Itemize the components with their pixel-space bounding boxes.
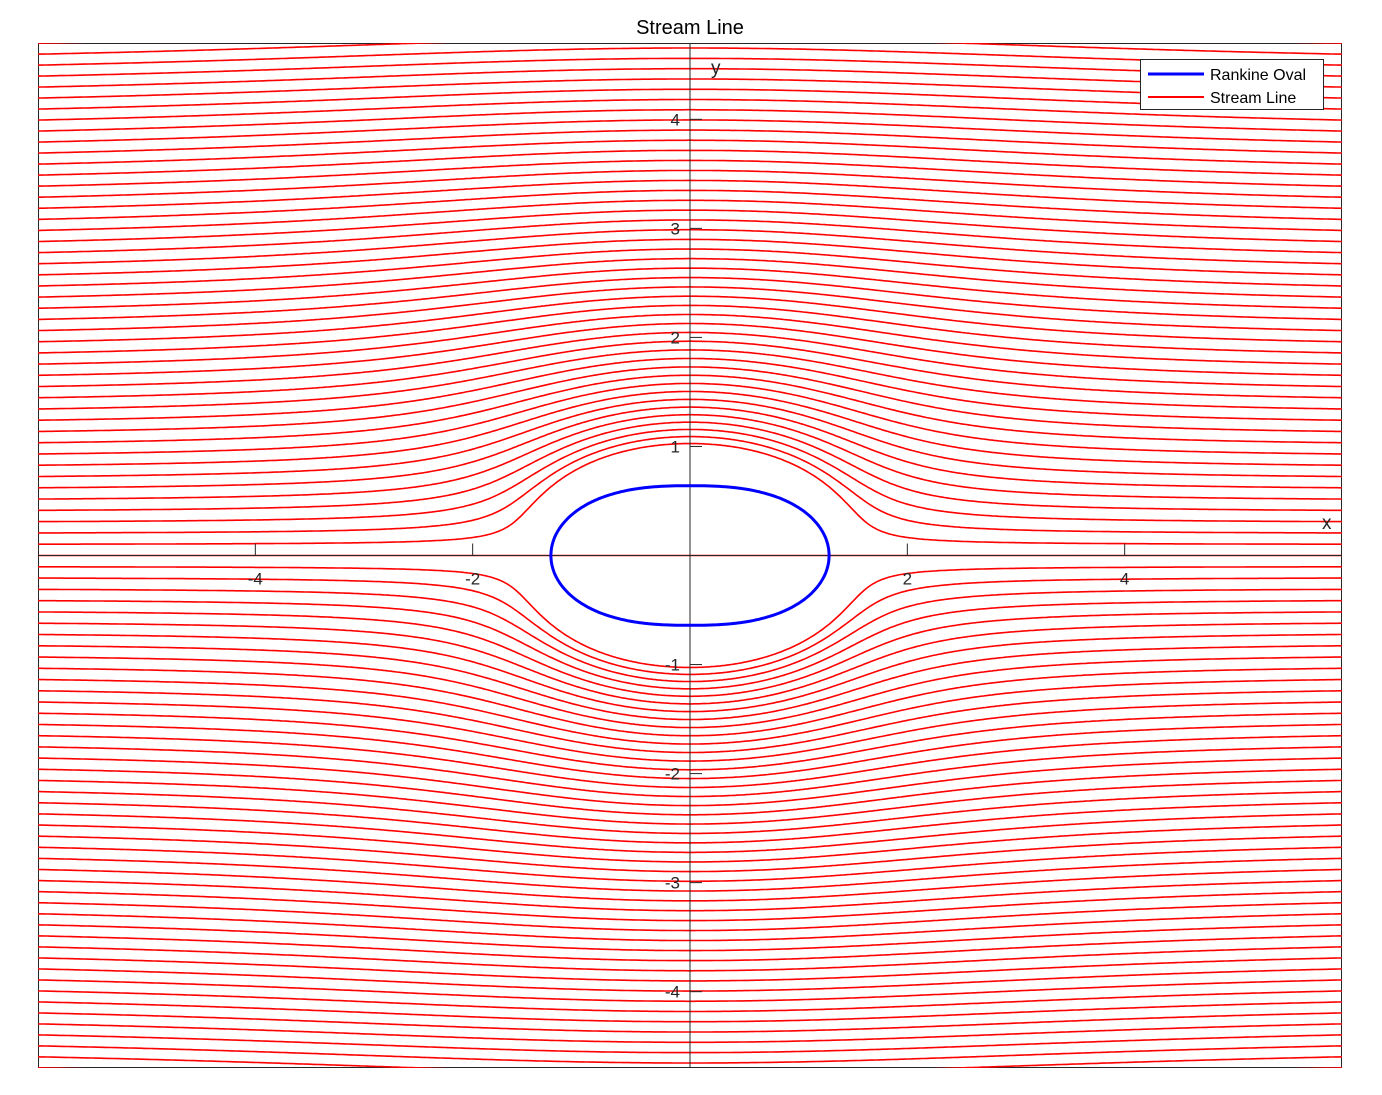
y-tick-label: 1 (671, 437, 680, 456)
stream-line (38, 1067, 1342, 1068)
chart-title: Stream Line (636, 17, 744, 39)
x-tick-label: 4 (1120, 570, 1129, 589)
x-tick-label: -4 (248, 570, 263, 589)
y-tick-label: 4 (671, 110, 680, 129)
legend-label-stream-line: Stream Line (1210, 90, 1296, 107)
legend-label-rankine-oval: Rankine Oval (1210, 67, 1306, 84)
legend: Rankine Oval Stream Line (1140, 59, 1324, 110)
y-tick-label: -2 (665, 765, 680, 784)
x-tick-label: -2 (465, 570, 480, 589)
x-axis-label: x (1322, 513, 1332, 534)
y-tick-label: -1 (665, 656, 680, 675)
y-tick-label: -3 (665, 874, 680, 893)
x-tick-label: 2 (903, 570, 912, 589)
y-tick-label: 2 (671, 328, 680, 347)
y-axis-label: y (711, 58, 721, 79)
y-tick-label: 3 (671, 219, 680, 238)
stream-line-figure: Stream Line -4 -2 2 4 -4 -3 -2 -1 1 2 3 4 x y Ranki… (38, 17, 1342, 1068)
y-tick-label: -4 (665, 983, 680, 1002)
